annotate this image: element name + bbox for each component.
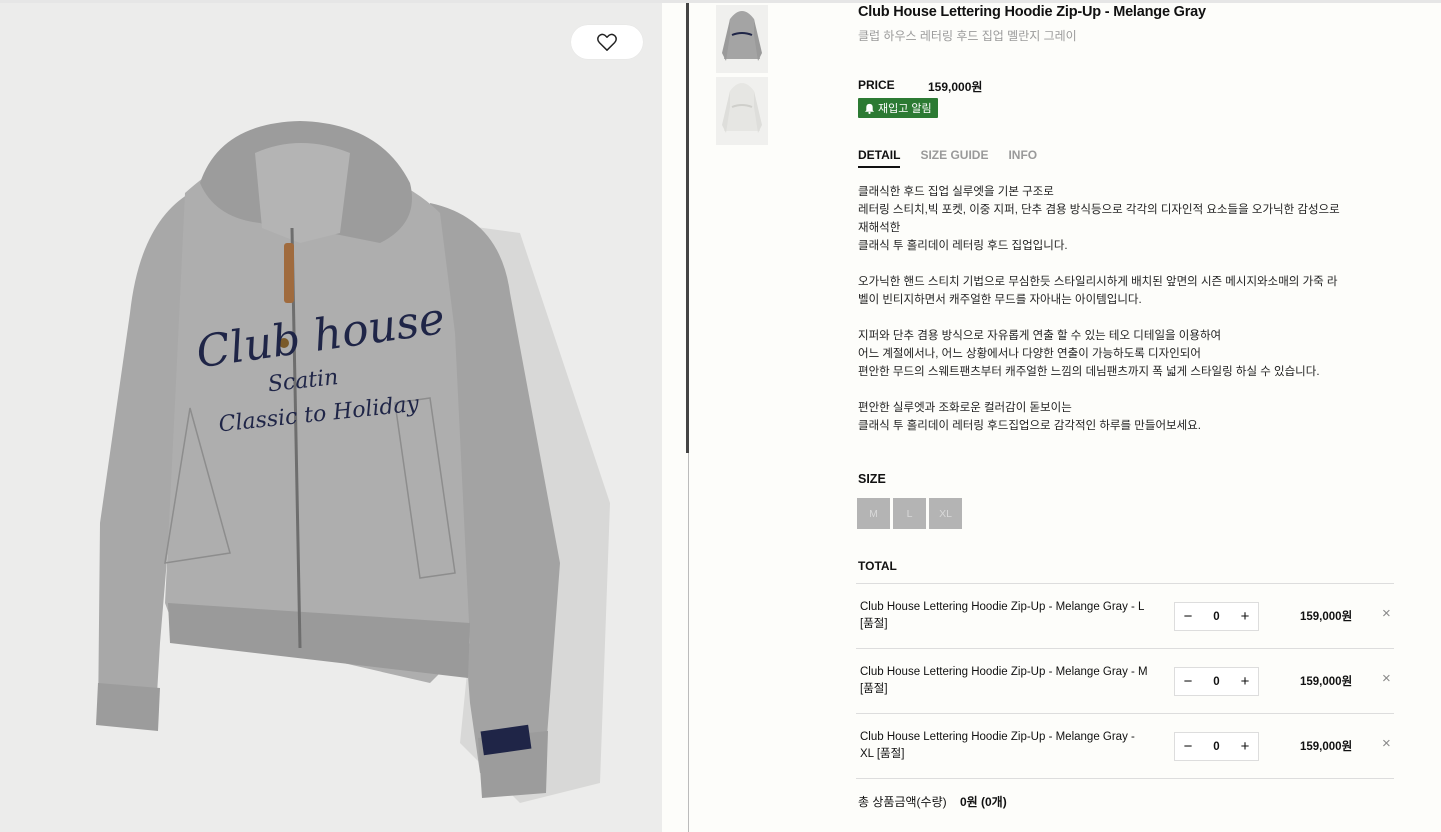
thumbnail-hoodie-image: [722, 11, 762, 61]
close-icon: ×: [1382, 605, 1391, 622]
size-option-xl[interactable]: XL: [929, 498, 962, 529]
product-title: Club House Lettering Hoodie Zip-Up - Mel…: [858, 4, 1206, 20]
size-label: SIZE: [858, 472, 886, 486]
tab-size-guide[interactable]: SIZE GUIDE: [920, 148, 988, 168]
size-options: M L XL: [857, 498, 962, 529]
description-paragraph-3: 지퍼와 단추 겸용 방식으로 자유롭게 연출 할 수 있는 테오 디테일을 이용…: [858, 330, 1320, 378]
minus-icon: −: [1183, 673, 1193, 690]
total-amount: 총 상품금액(수량) 0원 (0개): [858, 793, 1007, 810]
quantity-stepper: − 0 +: [1174, 732, 1259, 761]
option-price: 159,000원: [1300, 741, 1353, 753]
thumbnail-2[interactable]: [716, 77, 768, 145]
total-amount-value: 0원 (0개): [959, 795, 1007, 809]
detail-tabs: DETAIL SIZE GUIDE INFO: [858, 148, 1037, 168]
remove-option-button[interactable]: ×: [1382, 735, 1391, 752]
decrease-button[interactable]: −: [1175, 668, 1201, 695]
tab-detail[interactable]: DETAIL: [858, 148, 901, 168]
selected-options-list: Club House Lettering Hoodie Zip-Up - Mel…: [856, 583, 1394, 779]
increase-button[interactable]: +: [1232, 733, 1258, 760]
product-subtitle: 클럽 하우스 레터링 후드 집업 멜란지 그레이: [858, 29, 1077, 43]
restock-label: 재입고 알림: [878, 103, 932, 115]
hoodie-illustration: Club house Scatin Classic to Holiday: [96, 121, 610, 803]
quantity-value[interactable]: 0: [1205, 611, 1229, 623]
scrollbar-track[interactable]: [688, 453, 689, 832]
minus-icon: −: [1183, 608, 1193, 625]
minus-icon: −: [1183, 738, 1193, 755]
decrease-button[interactable]: −: [1175, 733, 1201, 760]
size-option-m[interactable]: M: [857, 498, 890, 529]
option-price: 159,000원: [1300, 611, 1353, 623]
restock-alert-button[interactable]: 재입고 알림: [858, 98, 938, 118]
option-name: Club House Lettering Hoodie Zip-Up - Mel…: [860, 731, 1135, 760]
tab-info[interactable]: INFO: [1008, 148, 1037, 168]
quantity-stepper: − 0 +: [1174, 602, 1259, 631]
close-icon: ×: [1382, 735, 1391, 752]
total-amount-label: 총 상품금액(수량): [858, 795, 947, 809]
thumbnail-hoodie-image: [722, 83, 762, 133]
plus-icon: +: [1240, 738, 1250, 755]
wishlist-button[interactable]: [571, 25, 643, 59]
price-label: PRICE: [858, 78, 895, 92]
quantity-stepper: − 0 +: [1174, 667, 1259, 696]
description-paragraph-2: 오가닉한 핸드 스티치 기법으로 무심한듯 스타일리시하게 배치된 앞면의 시즌…: [858, 276, 1338, 306]
size-option-l[interactable]: L: [893, 498, 926, 529]
option-row-l: Club House Lettering Hoodie Zip-Up - Mel…: [856, 584, 1394, 649]
total-label: TOTAL: [858, 559, 897, 573]
description-paragraph-1: 클래식한 후드 집업 실루엣을 기본 구조로 레터링 스티치,빅 포켓, 이중 …: [858, 186, 1340, 252]
product-description: 클래식한 후드 집업 실루엣을 기본 구조로 레터링 스티치,빅 포켓, 이중 …: [858, 183, 1398, 453]
option-name: Club House Lettering Hoodie Zip-Up - Mel…: [860, 666, 1148, 695]
price-value: 159,000원: [928, 80, 983, 94]
option-row-xl: Club House Lettering Hoodie Zip-Up - Mel…: [856, 714, 1394, 779]
plus-icon: +: [1240, 608, 1250, 625]
quantity-value[interactable]: 0: [1205, 676, 1229, 688]
scrollbar-thumb[interactable]: [686, 3, 689, 453]
remove-option-button[interactable]: ×: [1382, 670, 1391, 687]
increase-button[interactable]: +: [1232, 668, 1258, 695]
increase-button[interactable]: +: [1232, 603, 1258, 630]
option-price: 159,000원: [1300, 676, 1353, 688]
close-icon: ×: [1382, 670, 1391, 687]
bell-icon: [864, 103, 875, 114]
option-row-m: Club House Lettering Hoodie Zip-Up - Mel…: [856, 649, 1394, 714]
heart-icon: [597, 33, 617, 51]
remove-option-button[interactable]: ×: [1382, 605, 1391, 622]
quantity-value[interactable]: 0: [1205, 741, 1229, 753]
option-name: Club House Lettering Hoodie Zip-Up - Mel…: [860, 601, 1145, 630]
thumbnail-1[interactable]: [716, 5, 768, 73]
decrease-button[interactable]: −: [1175, 603, 1201, 630]
plus-icon: +: [1240, 673, 1250, 690]
product-main-image: Club house Scatin Classic to Holiday: [0, 3, 662, 832]
description-paragraph-4: 편안한 실루엣과 조화로운 컬러감이 돋보이는 클래식 투 홀리데이 레터링 후…: [858, 402, 1201, 432]
